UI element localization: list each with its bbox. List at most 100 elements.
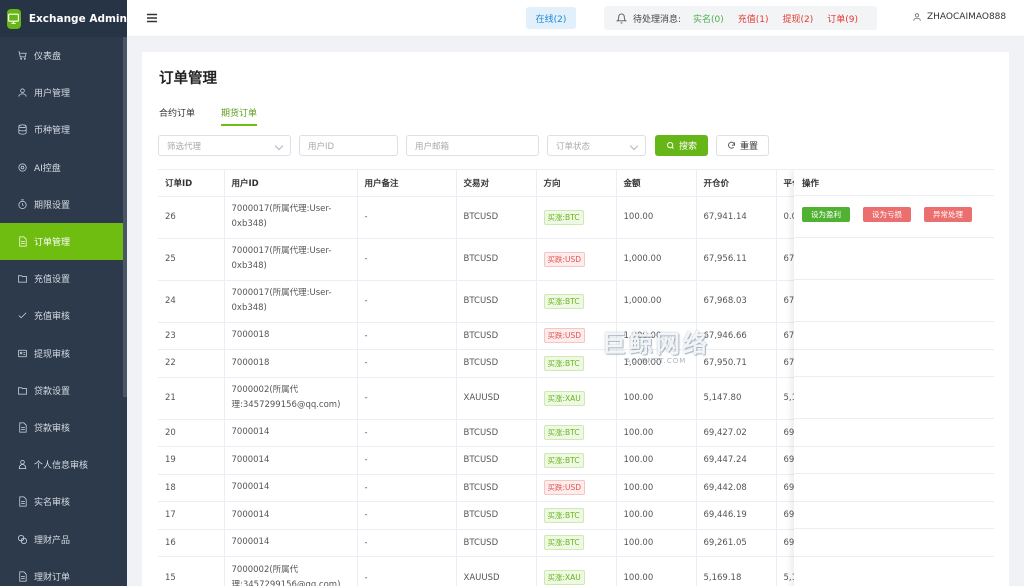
sidebar-item-11[interactable]: 个人信息审核 xyxy=(0,446,127,483)
pending-withdraw-link[interactable]: 提现(2) xyxy=(783,12,814,25)
search-button[interactable]: 搜索 xyxy=(655,135,708,156)
user-note: - xyxy=(357,349,457,378)
amount: 100.00 xyxy=(616,556,697,586)
sidebar-item-6[interactable]: 充值设置 xyxy=(0,260,127,297)
order-id: 16 xyxy=(158,529,225,557)
amount: 100.00 xyxy=(616,419,697,447)
user-note: - xyxy=(357,377,457,420)
direction-tag: 买涨:BTC xyxy=(543,507,584,523)
exception-button[interactable]: 异常处理 xyxy=(924,207,972,222)
pending-label: 待处理消息: xyxy=(633,14,682,25)
order-id: 22 xyxy=(158,349,225,378)
user-id: 7000002(所属代理:3457299156@qq.com) xyxy=(224,377,358,420)
sidebar-item-label: 用户管理 xyxy=(34,89,71,100)
direction-cell: 买涨:BTC xyxy=(536,419,617,447)
direction-cell: 买涨:BTC xyxy=(536,529,617,557)
column-header: 用户备注 xyxy=(357,170,457,197)
sidebar-item-7[interactable]: 充值审核 xyxy=(0,297,127,334)
direction-tag: 买涨:BTC xyxy=(543,452,584,468)
direction-tag: 买涨:XAU xyxy=(543,390,585,406)
table-row: 25 7000017(所属代理:User-0xb348) - BTCUSD 买跌:USD… xyxy=(158,238,859,281)
sidebar-item-label: 订单管理 xyxy=(34,238,71,249)
sidebar-item-5[interactable]: 订单管理 xyxy=(0,222,127,261)
table-row: 15 7000002(所属代理:3457299156@qq.com) - XAUUSD… xyxy=(158,556,859,586)
table-body: 26 7000017(所属代理:User-0xb348) - BTCUSD 买涨:BTC… xyxy=(158,196,859,586)
brand[interactable]: Exchange Admin xyxy=(0,0,127,37)
hamburger-icon[interactable] xyxy=(146,12,158,24)
direction-tag: 买涨:BTC xyxy=(543,535,584,551)
user-id: 7000014 xyxy=(224,446,358,475)
document-icon xyxy=(16,236,28,248)
ops-header: 操作 xyxy=(794,170,994,196)
sidebar-item-14[interactable]: 理财订单 xyxy=(0,558,127,586)
open-price: 69,427.02 xyxy=(696,419,777,447)
trading-pair: XAUUSD xyxy=(456,556,537,586)
cart-icon xyxy=(16,50,28,62)
direction-cell: 买涨:BTC xyxy=(536,196,617,239)
set-profit-button[interactable]: 设为盈利 xyxy=(802,207,850,222)
sidebar-item-13[interactable]: 理财产品 xyxy=(0,520,127,557)
folder-icon xyxy=(16,384,28,396)
ops-row xyxy=(794,238,994,280)
sidebar-menu: 仪表盘用户管理币种管理 AI控盘 期限设置订单管理充值设置 充值审核提现审核贷款设置贷… xyxy=(0,37,127,586)
set-loss-button[interactable]: 设为亏损 xyxy=(863,207,911,222)
sidebar-item-2[interactable]: 币种管理 xyxy=(0,111,127,148)
trading-pair: BTCUSD xyxy=(456,529,537,557)
chevron-down-icon xyxy=(274,141,284,151)
sidebar-item-label: 提现审核 xyxy=(34,349,71,360)
open-price: 69,442.08 xyxy=(696,474,777,502)
userid-input[interactable]: 用户ID xyxy=(299,135,398,156)
cart-logo-icon xyxy=(7,8,21,29)
table-row: 21 7000002(所属代理:3457299156@qq.com) - XAUUSD… xyxy=(158,377,859,420)
open-price: 67,968.03 xyxy=(696,280,777,323)
agent-select[interactable]: 筛选代理 xyxy=(158,135,291,156)
user-menu[interactable]: ZHAOCAIMAO888 xyxy=(912,12,1006,22)
pending-realname-link[interactable]: 实名(0) xyxy=(693,12,724,25)
user-note: - xyxy=(357,474,457,502)
column-header: 订单ID xyxy=(158,170,225,197)
direction-tag: 买涨:BTC xyxy=(543,355,584,371)
sidebar-item-9[interactable]: 贷款设置 xyxy=(0,372,127,409)
table-row: 23 7000018- BTCUSD 买跌:USD 1,000.00 67,946.66 6… xyxy=(158,322,859,350)
open-price: 5,169.18 xyxy=(696,556,777,586)
amount: 1,000.00 xyxy=(616,349,697,378)
sidebar-item-0[interactable]: 仪表盘 xyxy=(0,37,127,74)
pending-deposit-link[interactable]: 充值(1) xyxy=(738,12,769,25)
table-row: 16 7000014- BTCUSD 买涨:BTC 100.00 69,261.05 69 xyxy=(158,529,859,557)
user-note: - xyxy=(357,529,457,557)
tab-contract-orders[interactable]: 合约订单 xyxy=(159,106,195,126)
sidebar-item-3[interactable]: AI控盘 xyxy=(0,149,127,186)
ops-row xyxy=(794,557,994,586)
top-header: 在线(2) 待处理消息: 实名(0) 充值(1) 提现(2) 订单(9) ZHA… xyxy=(127,0,1024,37)
table-row: 20 7000014- BTCUSD 买涨:BTC 100.00 69,427.02 69 xyxy=(158,419,859,447)
amount: 100.00 xyxy=(616,377,697,420)
table-header-row: 订单ID用户ID用户备注交易对方向金额开仓价平仓价 xyxy=(158,170,859,197)
sidebar-item-10[interactable]: 贷款审核 xyxy=(0,409,127,446)
sidebar-item-8[interactable]: 提现审核 xyxy=(0,335,127,372)
sidebar-item-12[interactable]: 实名审核 xyxy=(0,483,127,520)
sidebar-scrollbar[interactable] xyxy=(123,37,127,397)
email-input[interactable]: 用户邮箱 xyxy=(406,135,539,156)
ops-row xyxy=(794,474,994,502)
email-placeholder: 用户邮箱 xyxy=(415,141,450,152)
tab-futures-orders[interactable]: 期货订单 xyxy=(221,106,258,126)
sidebar-item-4[interactable]: 期限设置 xyxy=(0,186,127,223)
online-users-button[interactable]: 在线(2) xyxy=(526,7,576,29)
ops-row xyxy=(794,502,994,529)
trading-pair: BTCUSD xyxy=(456,501,537,530)
document-icon xyxy=(16,421,28,433)
pending-order-link[interactable]: 订单(9) xyxy=(827,12,858,25)
user-note: - xyxy=(357,446,457,475)
ops-row xyxy=(794,280,994,322)
table-row: 17 7000014- BTCUSD 买涨:BTC 100.00 69,446.19 69 xyxy=(158,501,859,530)
open-price: 5,147.80 xyxy=(696,377,777,420)
ops-row xyxy=(794,419,994,447)
ops-row xyxy=(794,377,994,419)
document-icon xyxy=(16,496,28,508)
order-id: 18 xyxy=(158,474,225,502)
sidebar-item-1[interactable]: 用户管理 xyxy=(0,74,127,111)
column-header: 开仓价 xyxy=(696,170,777,197)
reset-button[interactable]: 重置 xyxy=(716,135,769,156)
open-price: 67,950.71 xyxy=(696,349,777,378)
status-select[interactable]: 订单状态 xyxy=(547,135,646,156)
